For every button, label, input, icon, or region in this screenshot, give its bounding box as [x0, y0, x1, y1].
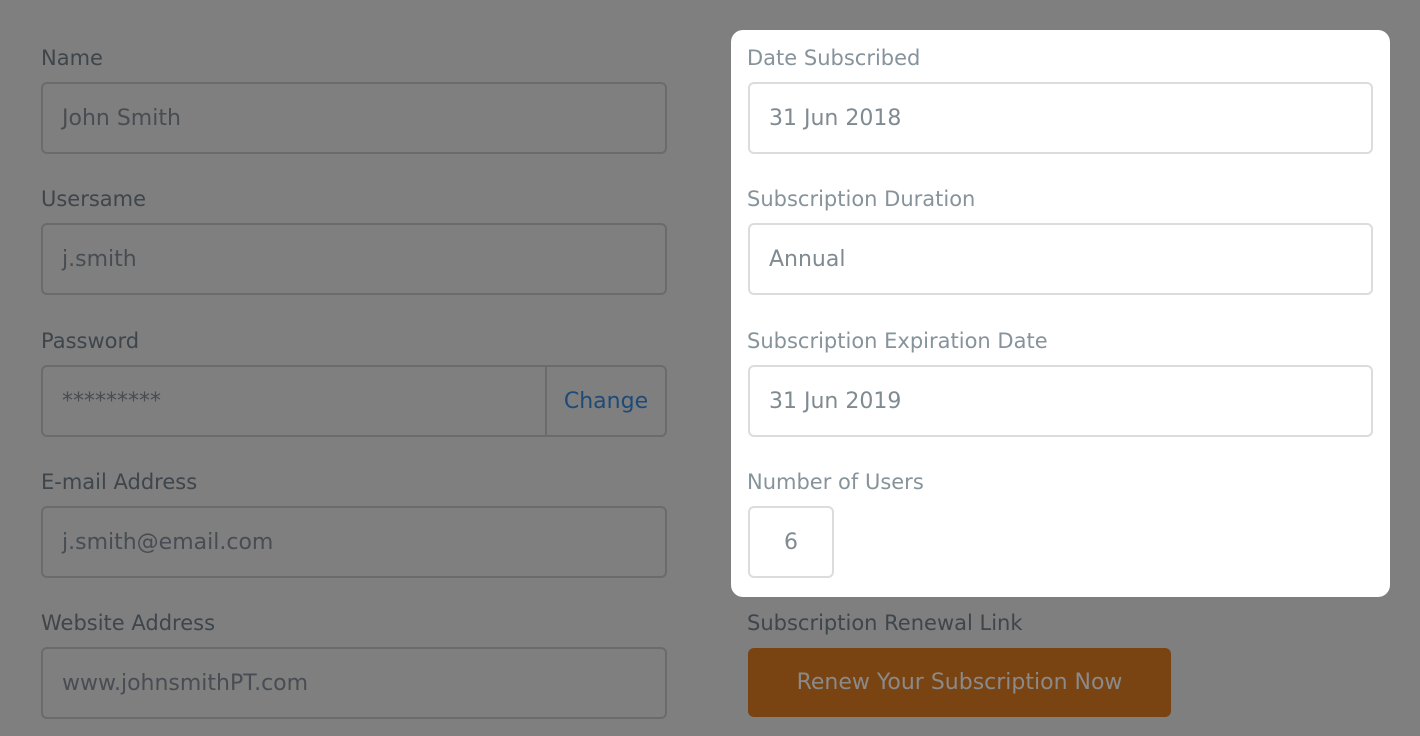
- change-password-button[interactable]: Change: [545, 367, 665, 435]
- email-label: E-mail Address: [41, 470, 198, 494]
- email-input[interactable]: j.smith@email.com: [41, 506, 667, 578]
- website-label: Website Address: [41, 611, 216, 635]
- name-label: Name: [41, 46, 103, 70]
- users-label: Number of Users: [747, 470, 924, 494]
- name-input[interactable]: John Smith: [41, 82, 667, 154]
- website-input[interactable]: www.johnsmithPT.com: [41, 647, 667, 719]
- password-label: Password: [41, 329, 140, 353]
- duration-input[interactable]: Annual: [748, 223, 1373, 295]
- renew-subscription-button[interactable]: Renew Your Subscription Now: [748, 648, 1171, 717]
- date-subscribed-label: Date Subscribed: [747, 46, 921, 70]
- renewal-label: Subscription Renewal Link: [747, 611, 1023, 635]
- password-input[interactable]: ********* Change: [41, 365, 667, 437]
- users-input[interactable]: 6: [748, 506, 834, 578]
- password-value: *********: [62, 388, 161, 414]
- expiration-label: Subscription Expiration Date: [747, 329, 1048, 353]
- username-input[interactable]: j.smith: [41, 223, 667, 295]
- date-subscribed-input[interactable]: 31 Jun 2018: [748, 82, 1373, 154]
- username-label: Usersame: [41, 187, 147, 211]
- duration-label: Subscription Duration: [747, 187, 976, 211]
- expiration-input[interactable]: 31 Jun 2019: [748, 365, 1373, 437]
